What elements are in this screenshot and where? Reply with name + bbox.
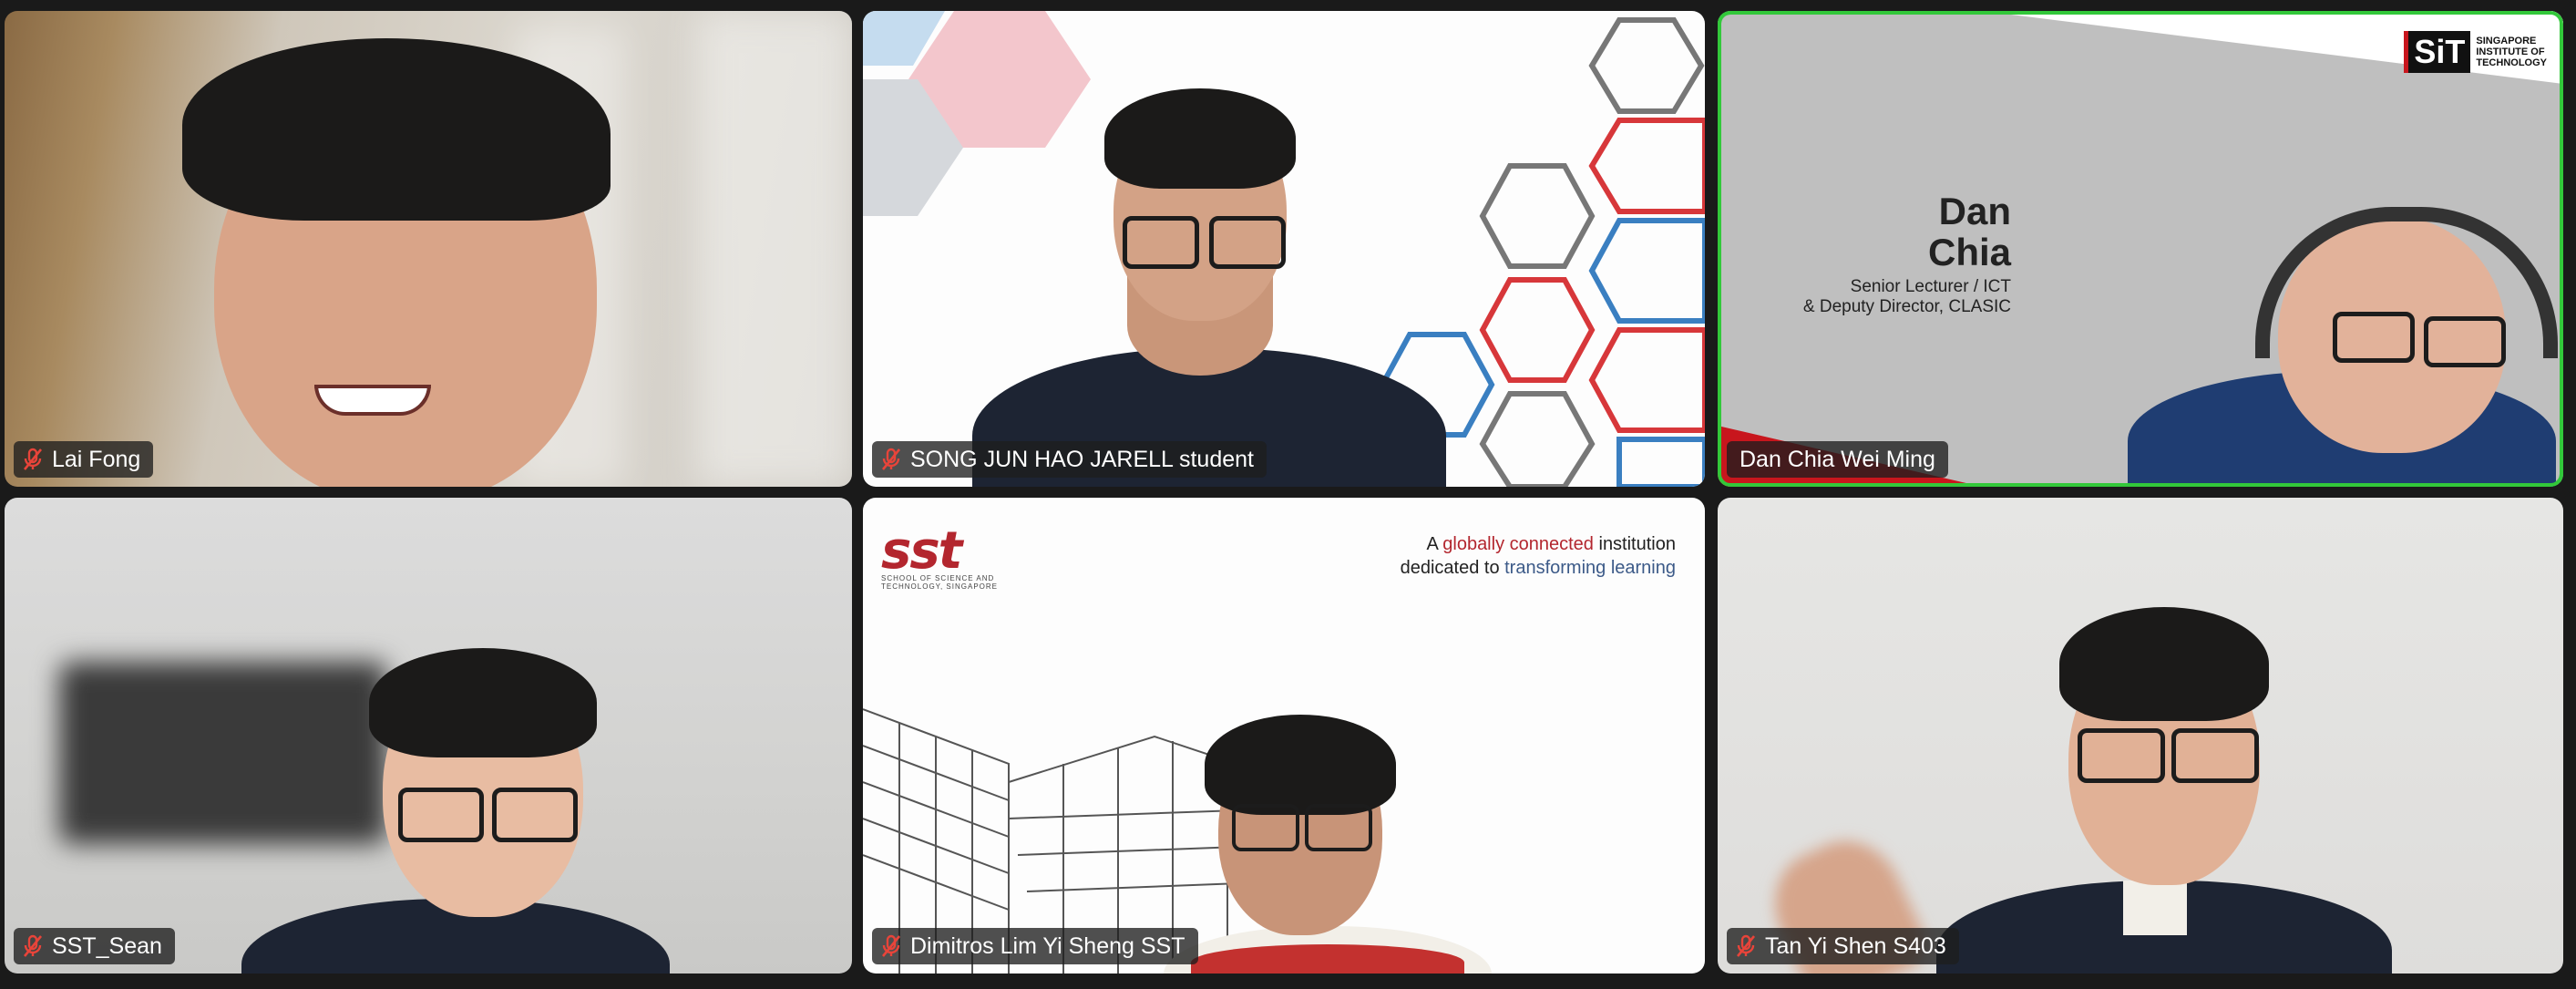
participant-name: Tan Yi Shen S403 (1765, 932, 1946, 959)
participant-name-tag: Dimitros Lim Yi Sheng SST (872, 928, 1198, 964)
video-tile-sst-sean[interactable]: SST_Sean (5, 498, 852, 974)
participant-name: SONG JUN HAO JARELL student (910, 446, 1254, 472)
participant-name: Dimitros Lim Yi Sheng SST (910, 932, 1185, 959)
video-tile-lai-fong[interactable]: Lai Fong (5, 11, 852, 487)
participant-name-tag: SST_Sean (14, 928, 175, 964)
participant-name-tag: Tan Yi Shen S403 (1727, 928, 1959, 964)
participant-name: Dan Chia Wei Ming (1740, 446, 1935, 472)
video-feed (863, 11, 1705, 487)
video-feed (863, 498, 1705, 974)
video-feed (1718, 11, 2563, 487)
video-tile-tan-yi-shen[interactable]: Tan Yi Shen S403 (1718, 498, 2563, 974)
muted-mic-icon (1736, 934, 1756, 957)
video-feed (5, 498, 852, 974)
muted-mic-icon (881, 934, 901, 957)
participant-name-tag: Dan Chia Wei Ming (1727, 441, 1948, 478)
participant-name-tag: SONG JUN HAO JARELL student (872, 441, 1267, 478)
participant-name: Lai Fong (52, 446, 141, 472)
muted-mic-icon (23, 934, 43, 957)
video-feed (5, 11, 852, 487)
participant-name: SST_Sean (52, 932, 162, 959)
participant-name-tag: Lai Fong (14, 441, 154, 478)
video-tile-song-jun-hao-jarell[interactable]: SONG JUN HAO JARELL student (863, 11, 1705, 487)
video-tile-dimitros-lim-yi-sheng[interactable]: sst SCHOOL OF SCIENCE AND TECHNOLOGY, SI… (863, 498, 1705, 974)
video-tile-dan-chia-wei-ming[interactable]: SiT SINGAPORE INSTITUTE OF TECHNOLOGY Da… (1718, 11, 2563, 487)
muted-mic-icon (881, 448, 901, 470)
muted-mic-icon (23, 448, 43, 470)
video-feed (1718, 498, 2563, 974)
